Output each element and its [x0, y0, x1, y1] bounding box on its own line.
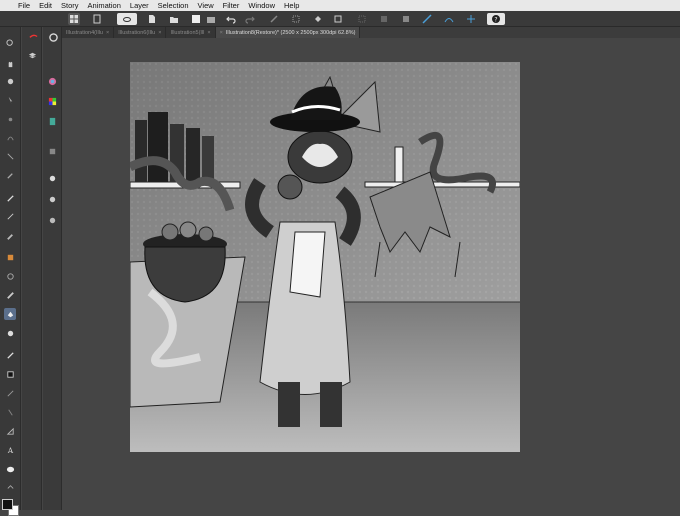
menu-window[interactable]: Window	[248, 1, 275, 10]
move-tool-icon[interactable]	[4, 94, 16, 106]
eyedropper-tool-icon[interactable]	[4, 169, 16, 181]
tab-illustration5[interactable]: Illustration5(Ill ×	[166, 27, 216, 38]
special-ruler-snap-icon[interactable]	[443, 13, 455, 25]
show-selection-icon[interactable]	[400, 13, 412, 25]
menu-edit[interactable]: Edit	[39, 1, 52, 10]
svg-text:A: A	[6, 446, 13, 455]
selection-tool-icon[interactable]	[4, 131, 16, 143]
material-icon[interactable]	[46, 214, 58, 226]
decoration-tool-icon[interactable]	[4, 251, 16, 263]
gradient-tool-icon[interactable]	[4, 327, 16, 339]
ruler-snap-icon[interactable]	[421, 13, 433, 25]
sub-tool-strip	[22, 27, 42, 510]
command-bar: ?	[0, 11, 680, 27]
line-tool-icon[interactable]	[4, 387, 16, 399]
new-document-icon[interactable]	[146, 13, 158, 25]
layer-search-icon[interactable]	[46, 193, 58, 205]
balloon-tool-icon[interactable]	[4, 406, 16, 418]
new-file-icon[interactable]	[91, 13, 103, 25]
text-tool-icon[interactable]: A	[4, 444, 16, 456]
invert-selection-icon[interactable]	[378, 13, 390, 25]
fill-icon[interactable]	[312, 13, 324, 25]
fill-tool-icon[interactable]	[4, 308, 16, 320]
hand-tool-icon[interactable]	[4, 57, 16, 69]
auto-select-tool-icon[interactable]	[4, 150, 16, 162]
pencil-tool-icon[interactable]	[4, 210, 16, 222]
close-tab-icon[interactable]: ×	[158, 30, 161, 36]
illustration-image	[130, 62, 520, 452]
menu-help[interactable]: Help	[284, 1, 299, 10]
undo-icon[interactable]	[225, 13, 237, 25]
clear-icon[interactable]	[268, 13, 280, 25]
frame-tool-icon[interactable]	[4, 368, 16, 380]
panel-icon-strip	[43, 27, 62, 510]
layers-icon[interactable]	[26, 49, 38, 61]
redo-icon[interactable]	[244, 13, 256, 25]
close-tab-icon[interactable]: ×	[106, 30, 109, 36]
color-wheel-icon[interactable]	[46, 75, 58, 87]
tab-illustration8-active[interactable]: × Illustration8(Restore)* (2500 x 2500px …	[215, 27, 361, 38]
layer-property-icon[interactable]	[46, 145, 58, 157]
color-palette-icon[interactable]	[46, 95, 58, 107]
menu-animation[interactable]: Animation	[88, 1, 121, 10]
menu-file[interactable]: File	[18, 1, 30, 10]
transform-icon[interactable]	[332, 13, 344, 25]
navigator-icon[interactable]	[46, 30, 60, 44]
canvas-layout-icon[interactable]	[68, 13, 80, 25]
tab-illustration4[interactable]: Illustration4(Illu ×	[62, 27, 115, 38]
menu-bar: File Edit Story Animation Layer Selectio…	[0, 0, 680, 11]
export-icon[interactable]	[205, 13, 217, 25]
menu-filter[interactable]: Filter	[223, 1, 240, 10]
menu-story[interactable]: Story	[61, 1, 79, 10]
pen-tool-icon[interactable]	[4, 192, 16, 204]
object-tool-icon[interactable]	[4, 113, 16, 125]
open-folder-icon[interactable]	[168, 13, 180, 25]
close-tab-icon[interactable]: ×	[220, 30, 223, 36]
zoom-tool-icon[interactable]	[4, 37, 16, 49]
cloud-sync-icon[interactable]	[117, 13, 137, 25]
brush-tool-icon[interactable]	[4, 230, 16, 242]
brush-preview-icon[interactable]	[26, 30, 40, 42]
document-tab-bar: Illustration4(Illu × Illustration6(Illu × …	[62, 27, 680, 38]
ruler-tool-icon[interactable]	[4, 425, 16, 437]
tab-illustration6[interactable]: Illustration6(Illu ×	[114, 27, 167, 38]
canvas-artwork[interactable]	[130, 62, 520, 452]
menu-layer[interactable]: Layer	[130, 1, 149, 10]
blend-tool-icon[interactable]	[4, 289, 16, 301]
save-icon[interactable]	[190, 13, 202, 25]
foreground-color-swatch[interactable]	[2, 499, 13, 510]
close-tab-icon[interactable]: ×	[207, 30, 210, 36]
layer-icon[interactable]	[46, 172, 58, 184]
tool-palette: A	[0, 27, 21, 516]
crop-icon[interactable]	[290, 13, 302, 25]
deselect-icon[interactable]	[356, 13, 368, 25]
eraser-tool-icon[interactable]	[4, 270, 16, 282]
correction-tool-icon[interactable]	[4, 481, 16, 493]
svg-text:?: ?	[494, 17, 497, 24]
color-history-icon[interactable]	[46, 115, 58, 127]
figure-tool-icon[interactable]	[4, 349, 16, 361]
menu-selection[interactable]: Selection	[158, 1, 189, 10]
help-icon[interactable]: ?	[487, 13, 505, 25]
menu-view[interactable]: View	[198, 1, 214, 10]
lasso-tool-icon[interactable]	[4, 75, 16, 87]
speech-balloon-tool-icon[interactable]	[4, 463, 16, 475]
grid-snap-icon[interactable]	[465, 13, 477, 25]
